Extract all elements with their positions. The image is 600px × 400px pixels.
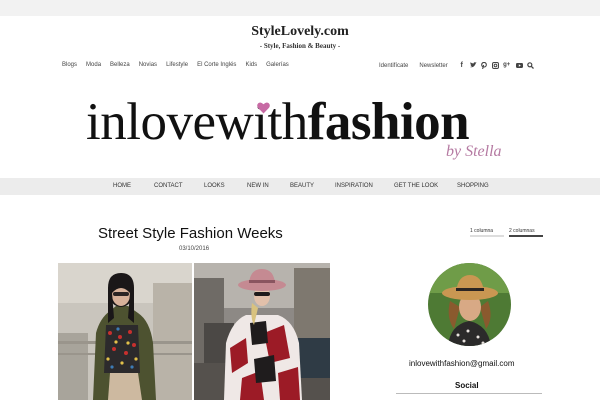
main-nav-get-the-look[interactable]: GET THE LOOK bbox=[394, 183, 438, 189]
main-nav-new-in[interactable]: NEW IN bbox=[247, 183, 269, 189]
post-photo-right[interactable] bbox=[194, 263, 330, 400]
banner-title-light: inlovewith bbox=[86, 93, 308, 151]
social-divider bbox=[396, 393, 542, 394]
newsletter-link[interactable]: Newsletter bbox=[419, 63, 447, 69]
main-nav-home[interactable]: HOME bbox=[113, 183, 131, 189]
one-column-underline bbox=[470, 235, 504, 237]
main-nav-beauty[interactable]: BEAUTY bbox=[290, 183, 314, 189]
top-nav-moda[interactable]: Moda bbox=[86, 62, 101, 68]
top-nav-blogs[interactable]: Blogs bbox=[62, 62, 77, 68]
main-nav-shopping[interactable]: SHOPPING bbox=[457, 183, 489, 189]
pinterest-icon[interactable] bbox=[480, 61, 487, 70]
top-nav-novias[interactable]: Novias bbox=[139, 62, 157, 68]
avatar[interactable] bbox=[428, 263, 511, 346]
site-tagline: - Style, Fashion & Beauty - bbox=[259, 42, 341, 50]
one-column-label: 1 columna bbox=[470, 228, 494, 234]
social-heading: Social bbox=[455, 381, 479, 390]
one-column-toggle[interactable]: 1 columna bbox=[470, 228, 504, 237]
banner-title-bold: fashion bbox=[307, 93, 470, 151]
youtube-icon[interactable] bbox=[515, 62, 523, 69]
top-nav: Blogs Moda Belleza Novias Lifestyle El C… bbox=[62, 62, 298, 68]
top-nav-kids[interactable]: Kids bbox=[245, 62, 257, 68]
post-date: 03/10/2016 bbox=[179, 246, 210, 252]
facebook-icon[interactable]: f bbox=[459, 62, 465, 69]
banner-byline: by Stella bbox=[446, 143, 502, 160]
twitter-icon[interactable] bbox=[469, 62, 477, 69]
heart-icon bbox=[257, 102, 270, 114]
main-nav-contact[interactable]: CONTACT bbox=[154, 183, 183, 189]
identify-link[interactable]: Identifícate bbox=[379, 63, 408, 69]
top-nav-el-corte-ingles[interactable]: El Corte Inglés bbox=[197, 62, 236, 68]
main-nav: HOME CONTACT LOOKS NEW IN BEAUTY INSPIRA… bbox=[0, 178, 600, 195]
blog-banner-title[interactable]: inlovewithfashion bbox=[86, 92, 470, 152]
two-columns-label: 2 columnas bbox=[509, 228, 535, 234]
post-title[interactable]: Street Style Fashion Weeks bbox=[98, 225, 283, 242]
top-nav-lifestyle[interactable]: Lifestyle bbox=[166, 62, 188, 68]
social-icons: f g+ bbox=[459, 61, 534, 70]
top-strip bbox=[0, 0, 600, 16]
top-nav-belleza[interactable]: Belleza bbox=[110, 62, 130, 68]
post-photo-left[interactable] bbox=[58, 263, 192, 400]
main-nav-looks[interactable]: LOOKS bbox=[204, 183, 225, 189]
instagram-icon[interactable] bbox=[491, 62, 499, 69]
site-logo[interactable]: StyleLovely.com bbox=[0, 24, 600, 40]
top-nav-right: Identifícate Newsletter f g+ bbox=[379, 61, 534, 70]
search-icon[interactable] bbox=[526, 62, 534, 69]
google-plus-icon[interactable]: g+ bbox=[503, 62, 511, 69]
contact-email[interactable]: inlovewithfashion@gmail.com bbox=[409, 359, 515, 368]
top-nav-galerias[interactable]: Galerías bbox=[266, 62, 289, 68]
two-columns-toggle[interactable]: 2 columnas bbox=[509, 228, 543, 237]
main-nav-inspiration[interactable]: INSPIRATION bbox=[335, 183, 373, 189]
two-columns-underline bbox=[509, 235, 543, 237]
